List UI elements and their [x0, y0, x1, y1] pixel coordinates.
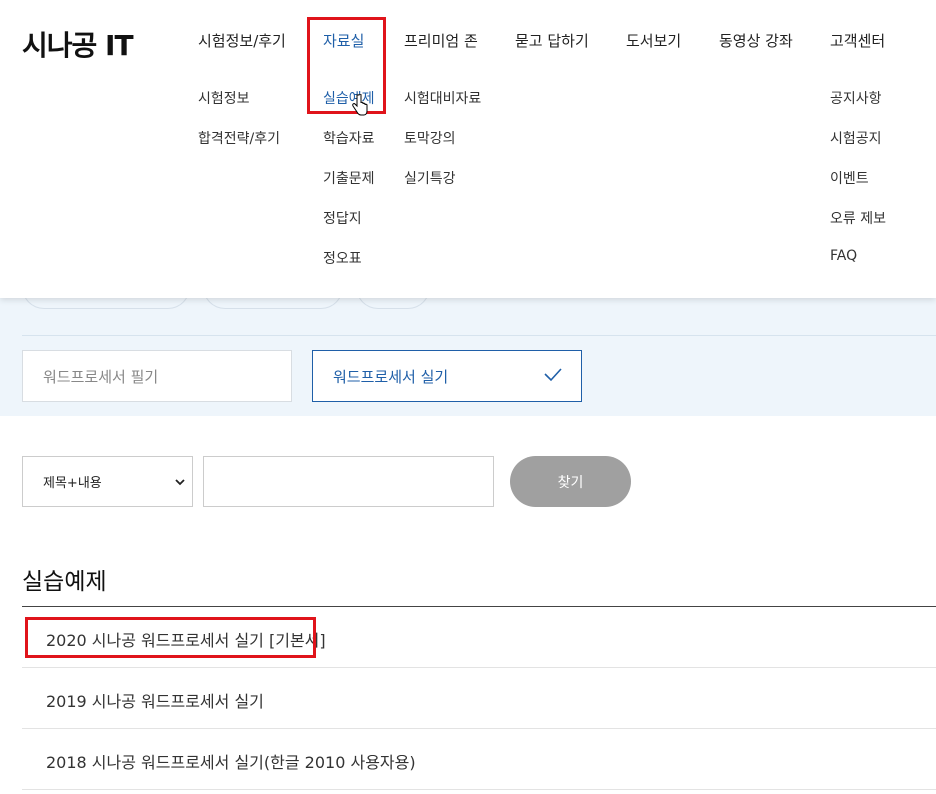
category-wordprocessor-written[interactable]: 워드프로세서 필기 [22, 350, 292, 402]
search-type-value: 제목+내용 [43, 476, 102, 491]
list-item[interactable]: 2018 시나공 워드프로세서 실기(한글 2010 사용자용) [22, 729, 936, 790]
menu-item-report-error[interactable]: 오류 제보 [830, 208, 886, 228]
menu-item-pass-strategy[interactable]: 합격전략/후기 [198, 128, 280, 148]
search-type-select[interactable]: 제목+내용 [22, 456, 193, 507]
menu-item-past-exams[interactable]: 기출문제 [323, 168, 375, 188]
menu-item-exam-info[interactable]: 시험정보 [198, 88, 250, 108]
nav-exam-info[interactable]: 시험정보/후기 [198, 30, 286, 51]
band-divider [22, 335, 936, 336]
hand-cursor-icon [352, 94, 368, 116]
menu-item-faq[interactable]: FAQ [830, 248, 857, 264]
category-wordprocessor-practical[interactable]: 워드프로세서 실기 [312, 350, 582, 402]
search-input[interactable] [203, 456, 494, 507]
highlight-box [307, 17, 386, 114]
menu-item-short-lectures[interactable]: 토막강의 [404, 128, 456, 148]
site-logo[interactable]: 시나공 IT [22, 24, 134, 64]
menu-item-events[interactable]: 이벤트 [830, 168, 869, 188]
highlight-box [25, 617, 316, 658]
list-item[interactable]: 2019 시나공 워드프로세서 실기 [22, 668, 936, 729]
nav-customer-center[interactable]: 고객센터 [830, 30, 885, 51]
category-label: 워드프로세서 필기 [43, 367, 159, 386]
list-item-title[interactable]: 2019 시나공 워드프로세서 실기 [46, 688, 264, 712]
menu-item-errata[interactable]: 정오표 [323, 248, 362, 268]
nav-qna[interactable]: 묻고 답하기 [515, 30, 589, 51]
menu-item-study-materials[interactable]: 학습자료 [323, 128, 375, 148]
menu-item-practical-lectures[interactable]: 실기특강 [404, 168, 456, 188]
menu-item-exam-prep[interactable]: 시험대비자료 [404, 88, 481, 108]
menu-item-exam-notices[interactable]: 시험공지 [830, 128, 882, 148]
check-icon [544, 368, 562, 382]
section-title: 실습예제 [22, 569, 107, 595]
search-button[interactable]: 찾기 [510, 456, 631, 507]
menu-item-answer-keys[interactable]: 정답지 [323, 208, 362, 228]
menu-item-notices[interactable]: 공지사항 [830, 88, 882, 108]
category-label: 워드프로세서 실기 [333, 367, 449, 386]
nav-premium-zone[interactable]: 프리미엄 존 [404, 30, 478, 51]
nav-video-lectures[interactable]: 동영상 강좌 [719, 30, 793, 51]
chevron-down-icon [175, 479, 185, 486]
nav-books[interactable]: 도서보기 [626, 30, 681, 51]
site-header: 시나공 IT 시험정보/후기 시험정보 합격전략/후기 자료실 실습예제 학습자… [0, 0, 936, 298]
list-item-title[interactable]: 2018 시나공 워드프로세서 실기(한글 2010 사용자용) [46, 749, 416, 773]
